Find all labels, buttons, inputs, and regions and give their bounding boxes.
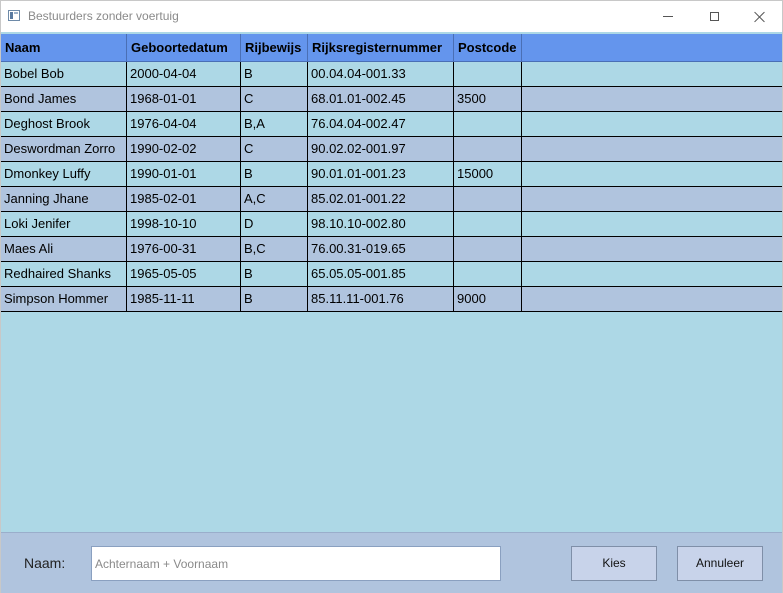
table-row[interactable]: Deghost Brook 1976-04-04 B,A 76.04.04-002.4…	[1, 112, 782, 137]
cell-filler	[522, 112, 782, 136]
cell-geboortedatum[interactable]: 1985-11-11	[127, 287, 241, 311]
table-row[interactable]: Loki Jenifer 1998-10-10 D 98.10.10-002.80	[1, 212, 782, 237]
main-window: Bestuurders zonder voertuig Naam Geboort…	[0, 0, 783, 593]
minimize-icon	[663, 16, 673, 17]
cell-rijbewijs[interactable]: C	[241, 137, 308, 161]
cell-naam[interactable]: Bond James	[1, 87, 127, 111]
table-row[interactable]: Bond James 1968-01-01 C 68.01.01-002.45 3500	[1, 87, 782, 112]
cell-filler	[522, 287, 782, 311]
table-row[interactable]: Bobel Bob 2000-04-04 B 00.04.04-001.33	[1, 62, 782, 87]
cell-geboortedatum[interactable]: 2000-04-04	[127, 62, 241, 86]
cell-geboortedatum[interactable]: 1968-01-01	[127, 87, 241, 111]
cell-postcode[interactable]	[454, 212, 522, 236]
table-row[interactable]: Redhaired Shanks 1965-05-05 B 65.05.05-001.…	[1, 262, 782, 287]
window-title: Bestuurders zonder voertuig	[28, 9, 179, 23]
cell-filler	[522, 137, 782, 161]
cell-postcode[interactable]	[454, 262, 522, 286]
table-row[interactable]: Simpson Hommer 1985-11-11 B 85.11.11-001.76…	[1, 287, 782, 312]
title-bar[interactable]: Bestuurders zonder voertuig	[1, 1, 782, 32]
cell-filler	[522, 87, 782, 111]
column-header-rijbewijs[interactable]: Rijbewijs	[241, 34, 308, 62]
cell-rijksregisternummer[interactable]: 90.01.01-001.23	[308, 162, 454, 186]
cell-geboortedatum[interactable]: 1985-02-01	[127, 187, 241, 211]
cell-naam[interactable]: Maes Ali	[1, 237, 127, 261]
cell-rijksregisternummer[interactable]: 76.04.04-002.47	[308, 112, 454, 136]
cell-rijbewijs[interactable]: A,C	[241, 187, 308, 211]
cell-rijksregisternummer[interactable]: 85.11.11-001.76	[308, 287, 454, 311]
cell-geboortedatum[interactable]: 1965-05-05	[127, 262, 241, 286]
naam-label: Naam:	[24, 555, 66, 571]
cell-rijksregisternummer[interactable]: 65.05.05-001.85	[308, 262, 454, 286]
cell-rijksregisternummer[interactable]: 68.01.01-002.45	[308, 87, 454, 111]
cell-geboortedatum[interactable]: 1998-10-10	[127, 212, 241, 236]
drivers-grid[interactable]: Naam Geboortedatum Rijbewijs Rijksregist…	[1, 34, 782, 532]
cell-postcode[interactable]: 9000	[454, 287, 522, 311]
cell-rijksregisternummer[interactable]: 85.02.01-001.22	[308, 187, 454, 211]
cell-rijksregisternummer[interactable]: 00.04.04-001.33	[308, 62, 454, 86]
cell-postcode[interactable]	[454, 62, 522, 86]
column-header-naam[interactable]: Naam	[1, 34, 127, 62]
cell-postcode[interactable]	[454, 112, 522, 136]
cell-rijksregisternummer[interactable]: 98.10.10-002.80	[308, 212, 454, 236]
cell-filler	[522, 237, 782, 261]
annuleer-button[interactable]: Annuleer	[677, 546, 763, 581]
cell-rijbewijs[interactable]: B	[241, 287, 308, 311]
grid-body: Bobel Bob 2000-04-04 B 00.04.04-001.33 Bond …	[1, 62, 782, 312]
cell-rijbewijs[interactable]: B	[241, 262, 308, 286]
close-button[interactable]	[737, 1, 783, 32]
bottom-panel: Naam: Kies Annuleer	[1, 532, 782, 593]
column-header-postcode[interactable]: Postcode	[454, 34, 522, 62]
maximize-button[interactable]	[691, 1, 737, 32]
cell-naam[interactable]: Simpson Hommer	[1, 287, 127, 311]
cell-rijbewijs[interactable]: B,C	[241, 237, 308, 261]
cell-filler	[522, 212, 782, 236]
cell-rijbewijs[interactable]: C	[241, 87, 308, 111]
cell-naam[interactable]: Deswordman Zorro	[1, 137, 127, 161]
cell-rijksregisternummer[interactable]: 90.02.02-001.97	[308, 137, 454, 161]
column-header-rijksregisternummer[interactable]: Rijksregisternummer	[308, 34, 454, 62]
cell-postcode[interactable]	[454, 137, 522, 161]
cell-filler	[522, 62, 782, 86]
cell-postcode[interactable]: 3500	[454, 87, 522, 111]
table-row[interactable]: Maes Ali 1976-00-31 B,C 76.00.31-019.65	[1, 237, 782, 262]
cell-filler	[522, 162, 782, 186]
cell-rijbewijs[interactable]: B	[241, 62, 308, 86]
cell-postcode[interactable]: 15000	[454, 162, 522, 186]
table-row[interactable]: Dmonkey Luffy 1990-01-01 B 90.01.01-001.23 1…	[1, 162, 782, 187]
cell-geboortedatum[interactable]: 1990-02-02	[127, 137, 241, 161]
cell-filler	[522, 262, 782, 286]
cell-postcode[interactable]	[454, 237, 522, 261]
cell-naam[interactable]: Redhaired Shanks	[1, 262, 127, 286]
cell-naam[interactable]: Deghost Brook	[1, 112, 127, 136]
window-app-icon	[8, 10, 20, 21]
maximize-icon	[709, 12, 719, 21]
cell-rijksregisternummer[interactable]: 76.00.31-019.65	[308, 237, 454, 261]
cell-filler	[522, 187, 782, 211]
cell-rijbewijs[interactable]: D	[241, 212, 308, 236]
cell-geboortedatum[interactable]: 1976-04-04	[127, 112, 241, 136]
column-header-geboortedatum[interactable]: Geboortedatum	[127, 34, 241, 62]
cell-geboortedatum[interactable]: 1976-00-31	[127, 237, 241, 261]
cell-naam[interactable]: Janning Jhane	[1, 187, 127, 211]
kies-button[interactable]: Kies	[571, 546, 657, 581]
minimize-button[interactable]	[645, 1, 691, 32]
naam-input[interactable]	[91, 546, 501, 581]
cell-naam[interactable]: Dmonkey Luffy	[1, 162, 127, 186]
cell-naam[interactable]: Loki Jenifer	[1, 212, 127, 236]
cell-naam[interactable]: Bobel Bob	[1, 62, 127, 86]
cell-rijbewijs[interactable]: B	[241, 162, 308, 186]
cell-geboortedatum[interactable]: 1990-01-01	[127, 162, 241, 186]
table-row[interactable]: Deswordman Zorro 1990-02-02 C 90.02.02-001.…	[1, 137, 782, 162]
cell-rijbewijs[interactable]: B,A	[241, 112, 308, 136]
cell-postcode[interactable]	[454, 187, 522, 211]
column-header-filler	[522, 34, 782, 62]
close-icon	[754, 11, 766, 23]
grid-header: Naam Geboortedatum Rijbewijs Rijksregist…	[1, 34, 782, 62]
table-row[interactable]: Janning Jhane 1985-02-01 A,C 85.02.01-001.2…	[1, 187, 782, 212]
